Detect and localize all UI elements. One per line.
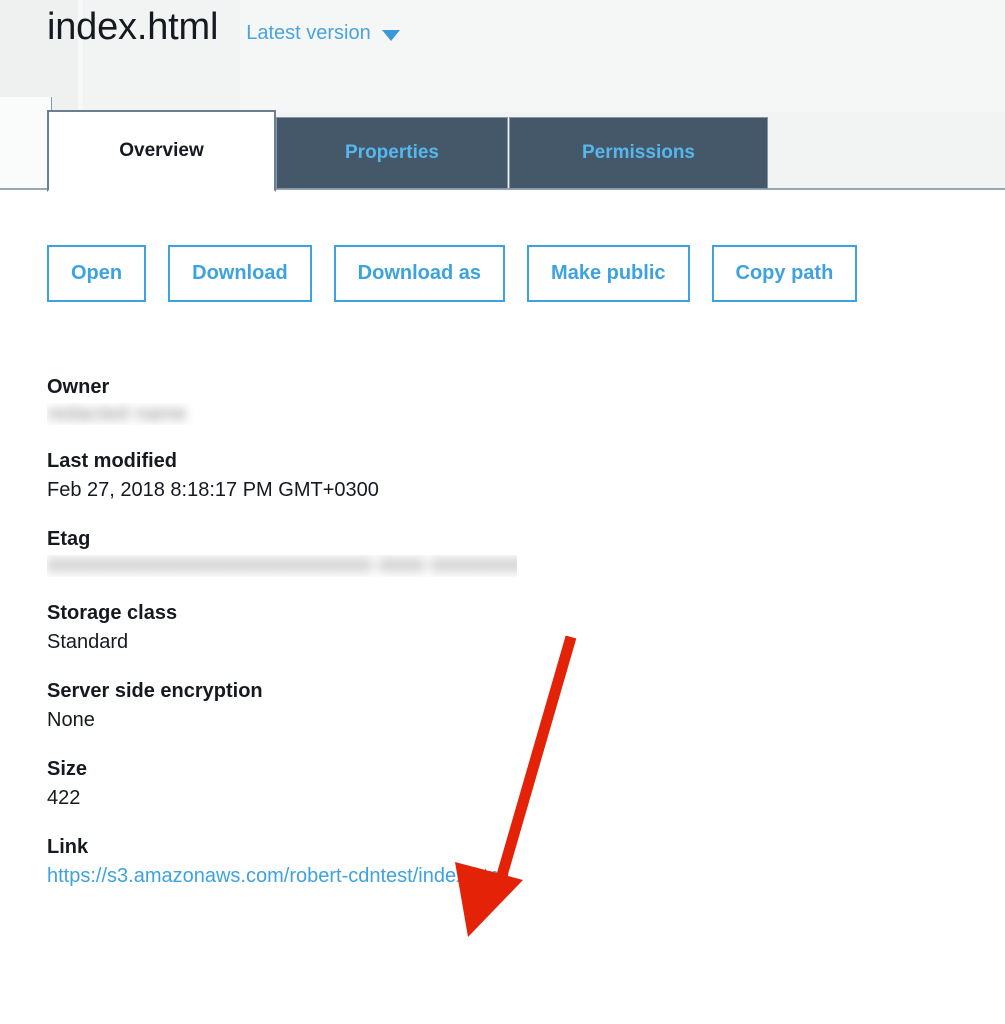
copy-path-button[interactable]: Copy path <box>711 245 858 302</box>
link-label: Link <box>47 836 89 858</box>
metadata-field-storage-class: Storage class Standard <box>47 601 947 655</box>
server-side-encryption-value: None <box>47 709 95 731</box>
size-value: 422 <box>47 787 81 809</box>
owner-value-redacted: redacted name <box>47 403 197 425</box>
open-button[interactable]: Open <box>47 245 147 302</box>
object-action-toolbar: Open Download Download as Make public Co… <box>47 245 858 302</box>
etag-label: Etag <box>47 528 91 550</box>
metadata-field-owner: Owner redacted name <box>47 375 947 425</box>
metadata-field-last-modified: Last modified Feb 27, 2018 8:18:17 PM GM… <box>47 449 947 503</box>
size-label: Size <box>47 758 88 780</box>
chevron-down-icon <box>381 30 400 41</box>
link-value[interactable]: https://s3.amazonaws.com/robert-cdntest/… <box>47 865 509 887</box>
etag-value-redacted: 0000000000000000000000000000 0000 000000… <box>47 555 517 577</box>
download-button[interactable]: Download <box>168 245 312 302</box>
server-side-encryption-label: Server side encryption <box>47 680 263 702</box>
etag-value: 0000000000000000000000000000 0000 000000… <box>47 555 517 577</box>
page-title: index.html <box>47 6 219 48</box>
tab-properties[interactable]: Properties <box>276 117 508 189</box>
page-title-row: index.html Latest version <box>47 8 400 46</box>
tab-overview[interactable]: Overview <box>47 110 276 192</box>
download-as-button[interactable]: Download as <box>333 245 506 302</box>
tab-bar: Overview Properties Permissions <box>0 110 1005 192</box>
last-modified-value: Feb 27, 2018 8:18:17 PM GMT+0300 <box>47 479 379 501</box>
overview-tab-panel: Open Download Download as Make public Co… <box>0 190 1005 1024</box>
metadata-field-link: Link https://s3.amazonaws.com/robert-cdn… <box>47 835 947 889</box>
object-metadata-list: Owner redacted name Last modified Feb 27… <box>47 375 947 913</box>
s3-object-overview-page: index.html Latest version Overview Prope… <box>0 0 1005 1024</box>
metadata-field-size: Size 422 <box>47 757 947 811</box>
storage-class-value: Standard <box>47 631 129 653</box>
metadata-field-server-side-encryption: Server side encryption None <box>47 679 947 733</box>
version-dropdown[interactable]: Latest version <box>246 22 400 45</box>
last-modified-label: Last modified <box>47 450 178 472</box>
owner-label: Owner <box>47 376 110 398</box>
metadata-field-etag: Etag 0000000000000000000000000000 0000 0… <box>47 527 947 577</box>
version-dropdown-label: Latest version <box>246 22 371 44</box>
make-public-button[interactable]: Make public <box>527 245 690 302</box>
owner-value: redacted name <box>47 403 187 425</box>
tab-permissions[interactable]: Permissions <box>509 117 768 189</box>
storage-class-label: Storage class <box>47 602 178 624</box>
